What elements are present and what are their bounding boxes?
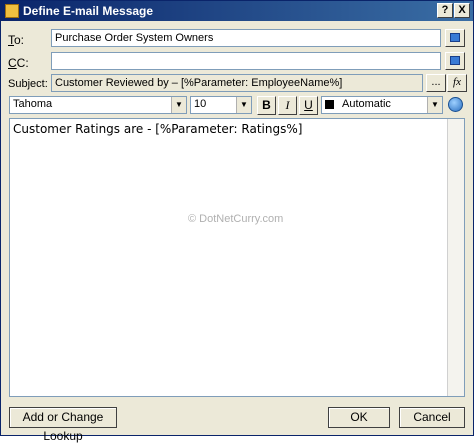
color-swatch [325, 99, 334, 109]
underline-button[interactable]: U [299, 96, 318, 115]
chevron-down-icon: ▼ [236, 97, 251, 113]
font-size-select[interactable]: 10 ▼ [190, 96, 252, 114]
cc-address-book-button[interactable] [445, 52, 465, 70]
globe-icon[interactable] [448, 97, 463, 112]
message-body-text: Customer Ratings are - [%Parameter: Rati… [13, 122, 303, 136]
address-book-icon [450, 33, 460, 42]
add-change-lookup-button[interactable]: Add or Change Lookup [9, 407, 117, 443]
font-select[interactable]: Tahoma ▼ [9, 96, 187, 114]
subject-expression-button[interactable]: fx [447, 74, 467, 92]
to-address-book-button[interactable] [445, 29, 465, 47]
subject-field[interactable]: Customer Reviewed by – [%Parameter: Empl… [51, 74, 423, 92]
define-email-dialog: Define E-mail Message ? X To: Purchase O… [0, 0, 474, 443]
help-button[interactable]: ? [437, 3, 453, 18]
chevron-down-icon: ▼ [427, 97, 442, 113]
watermark: © DotNetCurry.com [188, 213, 284, 225]
to-label: To: [8, 33, 25, 47]
app-icon [5, 4, 19, 18]
vertical-scrollbar[interactable] [447, 119, 464, 396]
color-select[interactable]: Automatic ▼ [321, 96, 443, 114]
message-body-editor[interactable]: Customer Ratings are - [%Parameter: Rati… [9, 118, 465, 397]
ok-button[interactable]: OK [328, 407, 390, 428]
close-button[interactable]: X [454, 3, 470, 18]
bold-button[interactable]: B [257, 96, 276, 115]
to-field[interactable]: Purchase Order System Owners [51, 29, 441, 47]
cc-field[interactable] [51, 52, 441, 70]
subject-ellipsis-button[interactable]: ... [426, 74, 446, 92]
subject-label: Subject: [8, 78, 48, 90]
font-size-value: 10 [194, 98, 207, 110]
chevron-down-icon: ▼ [171, 97, 186, 113]
font-select-value: Tahoma [13, 98, 53, 110]
address-book-icon [450, 56, 460, 65]
window-title: Define E-mail Message [23, 4, 154, 18]
italic-button[interactable]: I [278, 96, 297, 115]
cc-label: CC: [8, 56, 29, 70]
title-bar: Define E-mail Message ? X [1, 1, 473, 21]
color-select-value: Automatic [342, 98, 391, 110]
cancel-button[interactable]: Cancel [399, 407, 465, 428]
